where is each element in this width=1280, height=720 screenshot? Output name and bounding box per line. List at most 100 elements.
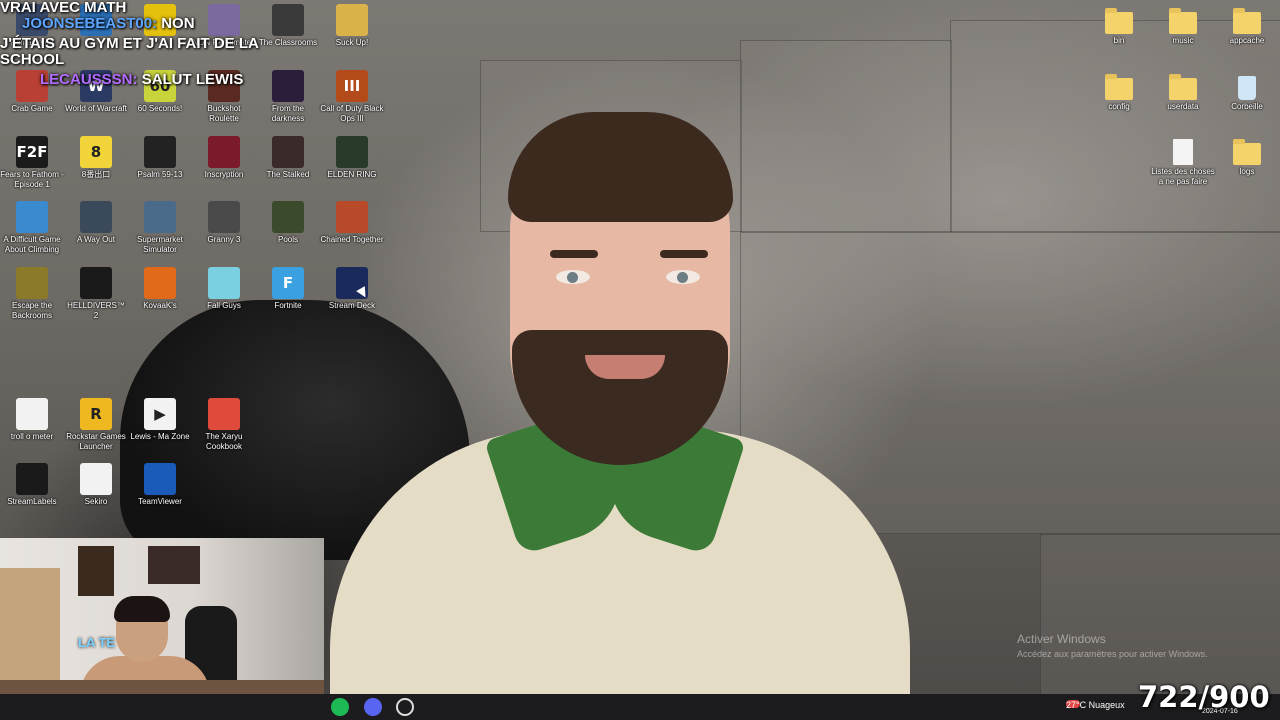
desktop-icon-pools[interactable]: Pools: [256, 201, 320, 245]
desktop-icon-label: config: [1108, 102, 1130, 111]
desktop-icon-music[interactable]: music: [1151, 6, 1215, 46]
desktop-icon-fall-guys[interactable]: Fall Guys: [192, 267, 256, 311]
desktop-icon-label: bin: [1113, 36, 1125, 45]
desktop-icon-the-stalked[interactable]: The Stalked: [256, 136, 320, 180]
brow-left: [550, 250, 598, 258]
webcam-overlay: LA TE: [0, 538, 324, 694]
desktop-icon-elden-ring[interactable]: ELDEN RING: [320, 136, 384, 180]
desktop-icon-label: The Stalked: [266, 170, 310, 179]
teamviewer-icon: [144, 463, 176, 495]
desktop-icon-label: A Way Out: [77, 235, 115, 244]
folder-icon: [1233, 139, 1261, 165]
from-the-darkness-icon: [272, 70, 304, 102]
desktop-icon-label: Suck Up!: [335, 38, 369, 47]
desktop-icon-label: Call of Duty Black Ops III: [320, 104, 384, 123]
desktop-icon-appcache[interactable]: appcache: [1215, 6, 1279, 46]
desktop-icon-the-xaryu-cookbook[interactable]: The Xaryu Cookbook: [192, 398, 256, 452]
desktop-icon-config[interactable]: config: [1087, 72, 1151, 112]
desktop-icon-bin[interactable]: bin: [1087, 6, 1151, 46]
desktop-icon-rockstar-games-launcher[interactable]: R Rockstar Games Launcher: [64, 398, 128, 452]
elden-ring-icon: [336, 136, 368, 168]
desktop-icon-call-of-duty-black-ops-iii[interactable]: III Call of Duty Black Ops III: [320, 70, 384, 124]
desktop-icon-label: Stream Deck: [328, 301, 376, 310]
desktop-icon-listes-des-choses-a-ne-pas-faire[interactable]: Listes des choses a ne pas faire: [1151, 137, 1215, 187]
desktop-icon-logs[interactable]: logs: [1215, 137, 1279, 177]
brow-right: [660, 250, 708, 258]
chat-username: JOONSEBEAST00:: [22, 15, 158, 32]
desktop-icon-label: Crab Game: [11, 104, 53, 113]
hair: [508, 112, 733, 222]
desktop-icon-label: A Difficult Game About Climbing: [3, 235, 61, 254]
desktop-icon-label: Fears to Fathom - Episode 1: [0, 170, 64, 189]
desktop-icon-label: Rockstar Games Launcher: [66, 432, 126, 451]
folder-icon: [1233, 8, 1261, 34]
desktop-icon-lewis-ma-zone[interactable]: ▶ Lewis - Ma Zone: [128, 398, 192, 442]
desktop-icon-stream-deck[interactable]: Stream Deck: [320, 267, 384, 311]
a-way-out-icon: [80, 201, 112, 233]
desktop-icon-8[interactable]: 8 8番出口: [64, 136, 128, 180]
chat-line: VRAI AVEC MATH: [0, 0, 127, 16]
mouth: [585, 355, 665, 379]
desktop-icon-supermarket-simulator[interactable]: Supermarket Simulator: [128, 201, 192, 255]
desktop-icon-a-way-out[interactable]: A Way Out: [64, 201, 128, 245]
lewis-ma-zone-icon: ▶: [144, 398, 176, 430]
granny-3-icon: [208, 201, 240, 233]
folder-icon: [1105, 74, 1133, 100]
psalm-59-13-icon: [144, 136, 176, 168]
desktop-icon-from-the-darkness[interactable]: From the darkness: [256, 70, 320, 124]
desktop-icon-label: Corbeille: [1231, 102, 1263, 111]
folder-icon: [1169, 74, 1197, 100]
supermarket-simulator-icon: [144, 201, 176, 233]
desktop-icon-a-difficult-game-about-climbing[interactable]: A Difficult Game About Climbing: [0, 201, 64, 255]
discord-icon[interactable]: [364, 698, 382, 716]
desktop-icon-label: The Xaryu Cookbook: [205, 432, 243, 451]
pools-icon: [272, 201, 304, 233]
fears-to-fathom-episode-1-icon: F2F: [16, 136, 48, 168]
desktop-icon-label: Pools: [277, 235, 298, 244]
desktop-icon-inscryption[interactable]: Inscryption: [192, 136, 256, 180]
inscryption-icon: [208, 136, 240, 168]
desktop-icon-kovaak-s[interactable]: KovaaK's: [128, 267, 192, 311]
sekiro-icon: [80, 463, 112, 495]
desktop-icon-label: Inscryption: [204, 170, 244, 179]
desktop-icon-userdata[interactable]: userdata: [1151, 72, 1215, 112]
recycle-bin-icon: [1238, 76, 1256, 100]
desktop-icon-label: Lewis - Ma Zone: [130, 432, 190, 441]
person-photo: [330, 100, 910, 694]
windows-activation-watermark: Activer Windows Accédez aux paramètres p…: [1017, 632, 1208, 659]
desktop-icon-helldivers-2[interactable]: HELLDIVERS™ 2: [64, 267, 128, 321]
desktop-icon-escape-the-backrooms[interactable]: Escape the Backrooms: [0, 267, 64, 321]
suck-up-icon: [336, 4, 368, 36]
desktop-icon-fears-to-fathom-episode-1[interactable]: F2F Fears to Fathom - Episode 1: [0, 136, 64, 190]
chat-line: JOONSEBEAST00: NON: [22, 15, 195, 32]
eye-right: [666, 270, 700, 284]
desktop-icon-label: From the darkness: [271, 104, 305, 123]
desktop-icon-corbeille[interactable]: Corbeille: [1215, 72, 1279, 112]
desktop-icon-troll-o-meter[interactable]: troll o meter: [0, 398, 64, 442]
desktop-icon-teamviewer[interactable]: TeamViewer: [128, 463, 192, 507]
wall-block: [1040, 534, 1280, 696]
desktop-icon-suck-up[interactable]: Suck Up!: [320, 4, 384, 48]
desktop-icon-psalm-59-13[interactable]: Psalm 59-13: [128, 136, 192, 180]
desktop-icon-the-classrooms[interactable]: The Classrooms: [256, 4, 320, 48]
desktop-icon-granny-3[interactable]: Granny 3: [192, 201, 256, 245]
desktop-icon-fortnite[interactable]: F Fortnite: [256, 267, 320, 311]
call-of-duty-black-ops-iii-icon: III: [336, 70, 368, 102]
desktop-icon-sekiro[interactable]: Sekiro: [64, 463, 128, 507]
fortnite-icon: F: [272, 267, 304, 299]
goal-counter: 722/900: [1138, 680, 1270, 714]
the-xaryu-cookbook-icon: [208, 398, 240, 430]
chat-username: LECAUSSSN:: [40, 71, 138, 88]
desktop-icon-label: Sekiro: [84, 497, 108, 506]
weather-widget[interactable]: 27°C Nuageux: [1066, 700, 1125, 710]
8-icon: 8: [80, 136, 112, 168]
desktop-icon-label: Buckshot Roulette: [207, 104, 241, 123]
desktop-icon-streamlabels[interactable]: StreamLabels: [0, 463, 64, 507]
desktop-icon-label: music: [1172, 36, 1194, 45]
folder-icon: [1105, 8, 1133, 34]
webcam-overlay-text: LA TE: [78, 635, 116, 650]
desktop-icon-chained-together[interactable]: Chained Together: [320, 201, 384, 245]
spotify-icon[interactable]: [331, 698, 349, 716]
webcam-door: [0, 568, 60, 694]
obs-icon[interactable]: [396, 698, 414, 716]
